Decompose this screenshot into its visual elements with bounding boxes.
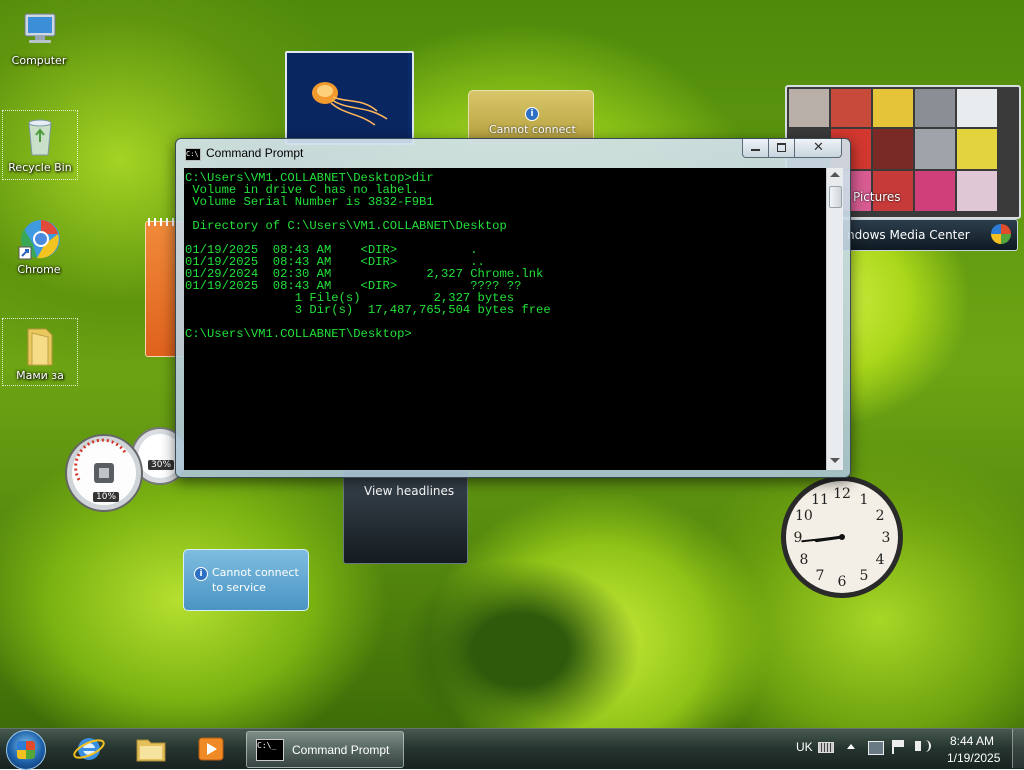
taskbar-windows-explorer[interactable] [126, 731, 176, 767]
maximize-button[interactable] [768, 139, 795, 158]
network-icon[interactable] [868, 741, 884, 755]
minimize-icon [751, 149, 760, 151]
command-prompt-window[interactable]: C:\ Command Prompt ✕ C:\Users\VM1.COLLAB… [175, 138, 851, 478]
chrome-icon [17, 217, 61, 261]
internet-explorer-icon [73, 738, 105, 760]
taskbar-button-label: Command Prompt [292, 743, 390, 757]
clock-time[interactable]: 8:44 AM [950, 734, 994, 748]
clock-number: 8 [799, 552, 808, 568]
media-center-label: ndows Media Center [847, 228, 970, 242]
keyboard-icon[interactable] [818, 742, 834, 753]
calendar-rings [148, 218, 178, 226]
windows-logo-icon [17, 741, 35, 759]
close-icon: ✕ [813, 140, 824, 155]
clock-number: 4 [876, 552, 885, 568]
clock-number: 2 [876, 508, 885, 524]
clock-number: 7 [816, 568, 825, 584]
cpu-percent: 10% [93, 492, 120, 502]
stocks-gadget[interactable]: i Cannot connect to service [183, 549, 309, 611]
clock-number: 11 [811, 492, 829, 508]
clock-gadget[interactable]: 12 1 2 3 4 5 6 7 8 9 10 11 [779, 474, 905, 600]
desktop-icon-label: Computer [11, 54, 67, 67]
clock-number: 12 [833, 486, 851, 502]
taskbar-internet-explorer[interactable] [64, 731, 114, 767]
desktop-icon-computer[interactable]: Computer [2, 4, 76, 74]
desktop-icon-folder[interactable]: Мами за [2, 318, 78, 386]
slideshow-gadget[interactable] [285, 51, 414, 145]
jellyfish-image [287, 53, 408, 139]
weather-message: Cannot connect [489, 123, 576, 136]
view-headlines-link[interactable]: View headlines [364, 484, 454, 498]
taskbar: C:\_ Command Prompt UK 8:44 AM 1/19/2025 [0, 728, 1024, 770]
vertical-scrollbar[interactable] [826, 168, 843, 470]
recycle-bin-icon [18, 115, 62, 159]
clock-number: 1 [860, 492, 869, 508]
desktop-icon-label: Recycle Bin [8, 161, 72, 174]
weather-gadget[interactable]: i Cannot connect [468, 90, 594, 144]
window-title: Command Prompt [206, 146, 304, 160]
memory-percent: 30% [148, 460, 175, 470]
volume-icon[interactable] [915, 740, 931, 752]
language-indicator[interactable]: UK [796, 740, 813, 754]
scroll-thumb[interactable] [829, 186, 842, 208]
desktop-icon-chrome[interactable]: Chrome [2, 213, 76, 283]
show-hidden-icons-chevron-icon[interactable] [847, 744, 855, 749]
pictures-label: Pictures [853, 190, 901, 204]
info-icon: i [194, 567, 208, 581]
folder-icon [18, 323, 62, 367]
clock-number: 9 [794, 530, 803, 546]
clock-face: 12 12 3 45678 9 1011 [781, 476, 903, 598]
desktop-icon-label: Мами за [16, 369, 64, 382]
computer-icon [17, 8, 61, 52]
desktop: Computer Recycle Bin Chrome Мами за i Ca… [0, 0, 1024, 728]
feed-headlines-gadget[interactable]: View headlines [343, 470, 468, 564]
clock-date[interactable]: 1/19/2025 [947, 751, 1000, 765]
taskbar-media-player[interactable] [186, 731, 236, 767]
cpu-meter-gadget[interactable]: 10% 30% [64, 418, 189, 514]
clock-number: 5 [860, 568, 869, 584]
minimize-button[interactable] [742, 139, 769, 158]
service-message-2: to service [212, 581, 266, 594]
console-output[interactable]: C:\Users\VM1.COLLABNET\Desktop>dir Volum… [184, 168, 826, 470]
scroll-up-arrow-icon[interactable] [830, 172, 840, 177]
flag-shape [894, 740, 904, 747]
start-button[interactable] [6, 730, 46, 770]
desktop-icon-label: Chrome [17, 263, 61, 276]
windows-logo-icon [991, 224, 1011, 244]
maximize-icon [777, 143, 786, 152]
service-message: Cannot connect [212, 566, 299, 579]
clock-number: 6 [838, 574, 847, 590]
console-text: C:\Users\VM1.COLLABNET\Desktop>dir Volum… [185, 171, 551, 341]
taskbar-command-prompt[interactable]: C:\_ Command Prompt [246, 731, 404, 768]
show-desktop-button[interactable] [1012, 729, 1024, 768]
window-titlebar[interactable]: C:\ Command Prompt ✕ [176, 139, 850, 167]
action-center-flag-icon[interactable] [892, 740, 904, 754]
media-player-icon [198, 737, 224, 761]
desktop-icon-recycle-bin[interactable]: Recycle Bin [2, 110, 78, 180]
folder-icon [136, 739, 166, 762]
close-button[interactable]: ✕ [794, 139, 842, 158]
scroll-down-arrow-icon[interactable] [830, 458, 840, 463]
cmd-app-icon: C:\_ [256, 739, 284, 761]
clock-number: 10 [795, 508, 813, 524]
volume-waves [923, 740, 931, 752]
info-icon: i [525, 107, 539, 121]
cmd-app-icon: C:\ [185, 148, 201, 161]
clock-number: 3 [882, 530, 891, 546]
